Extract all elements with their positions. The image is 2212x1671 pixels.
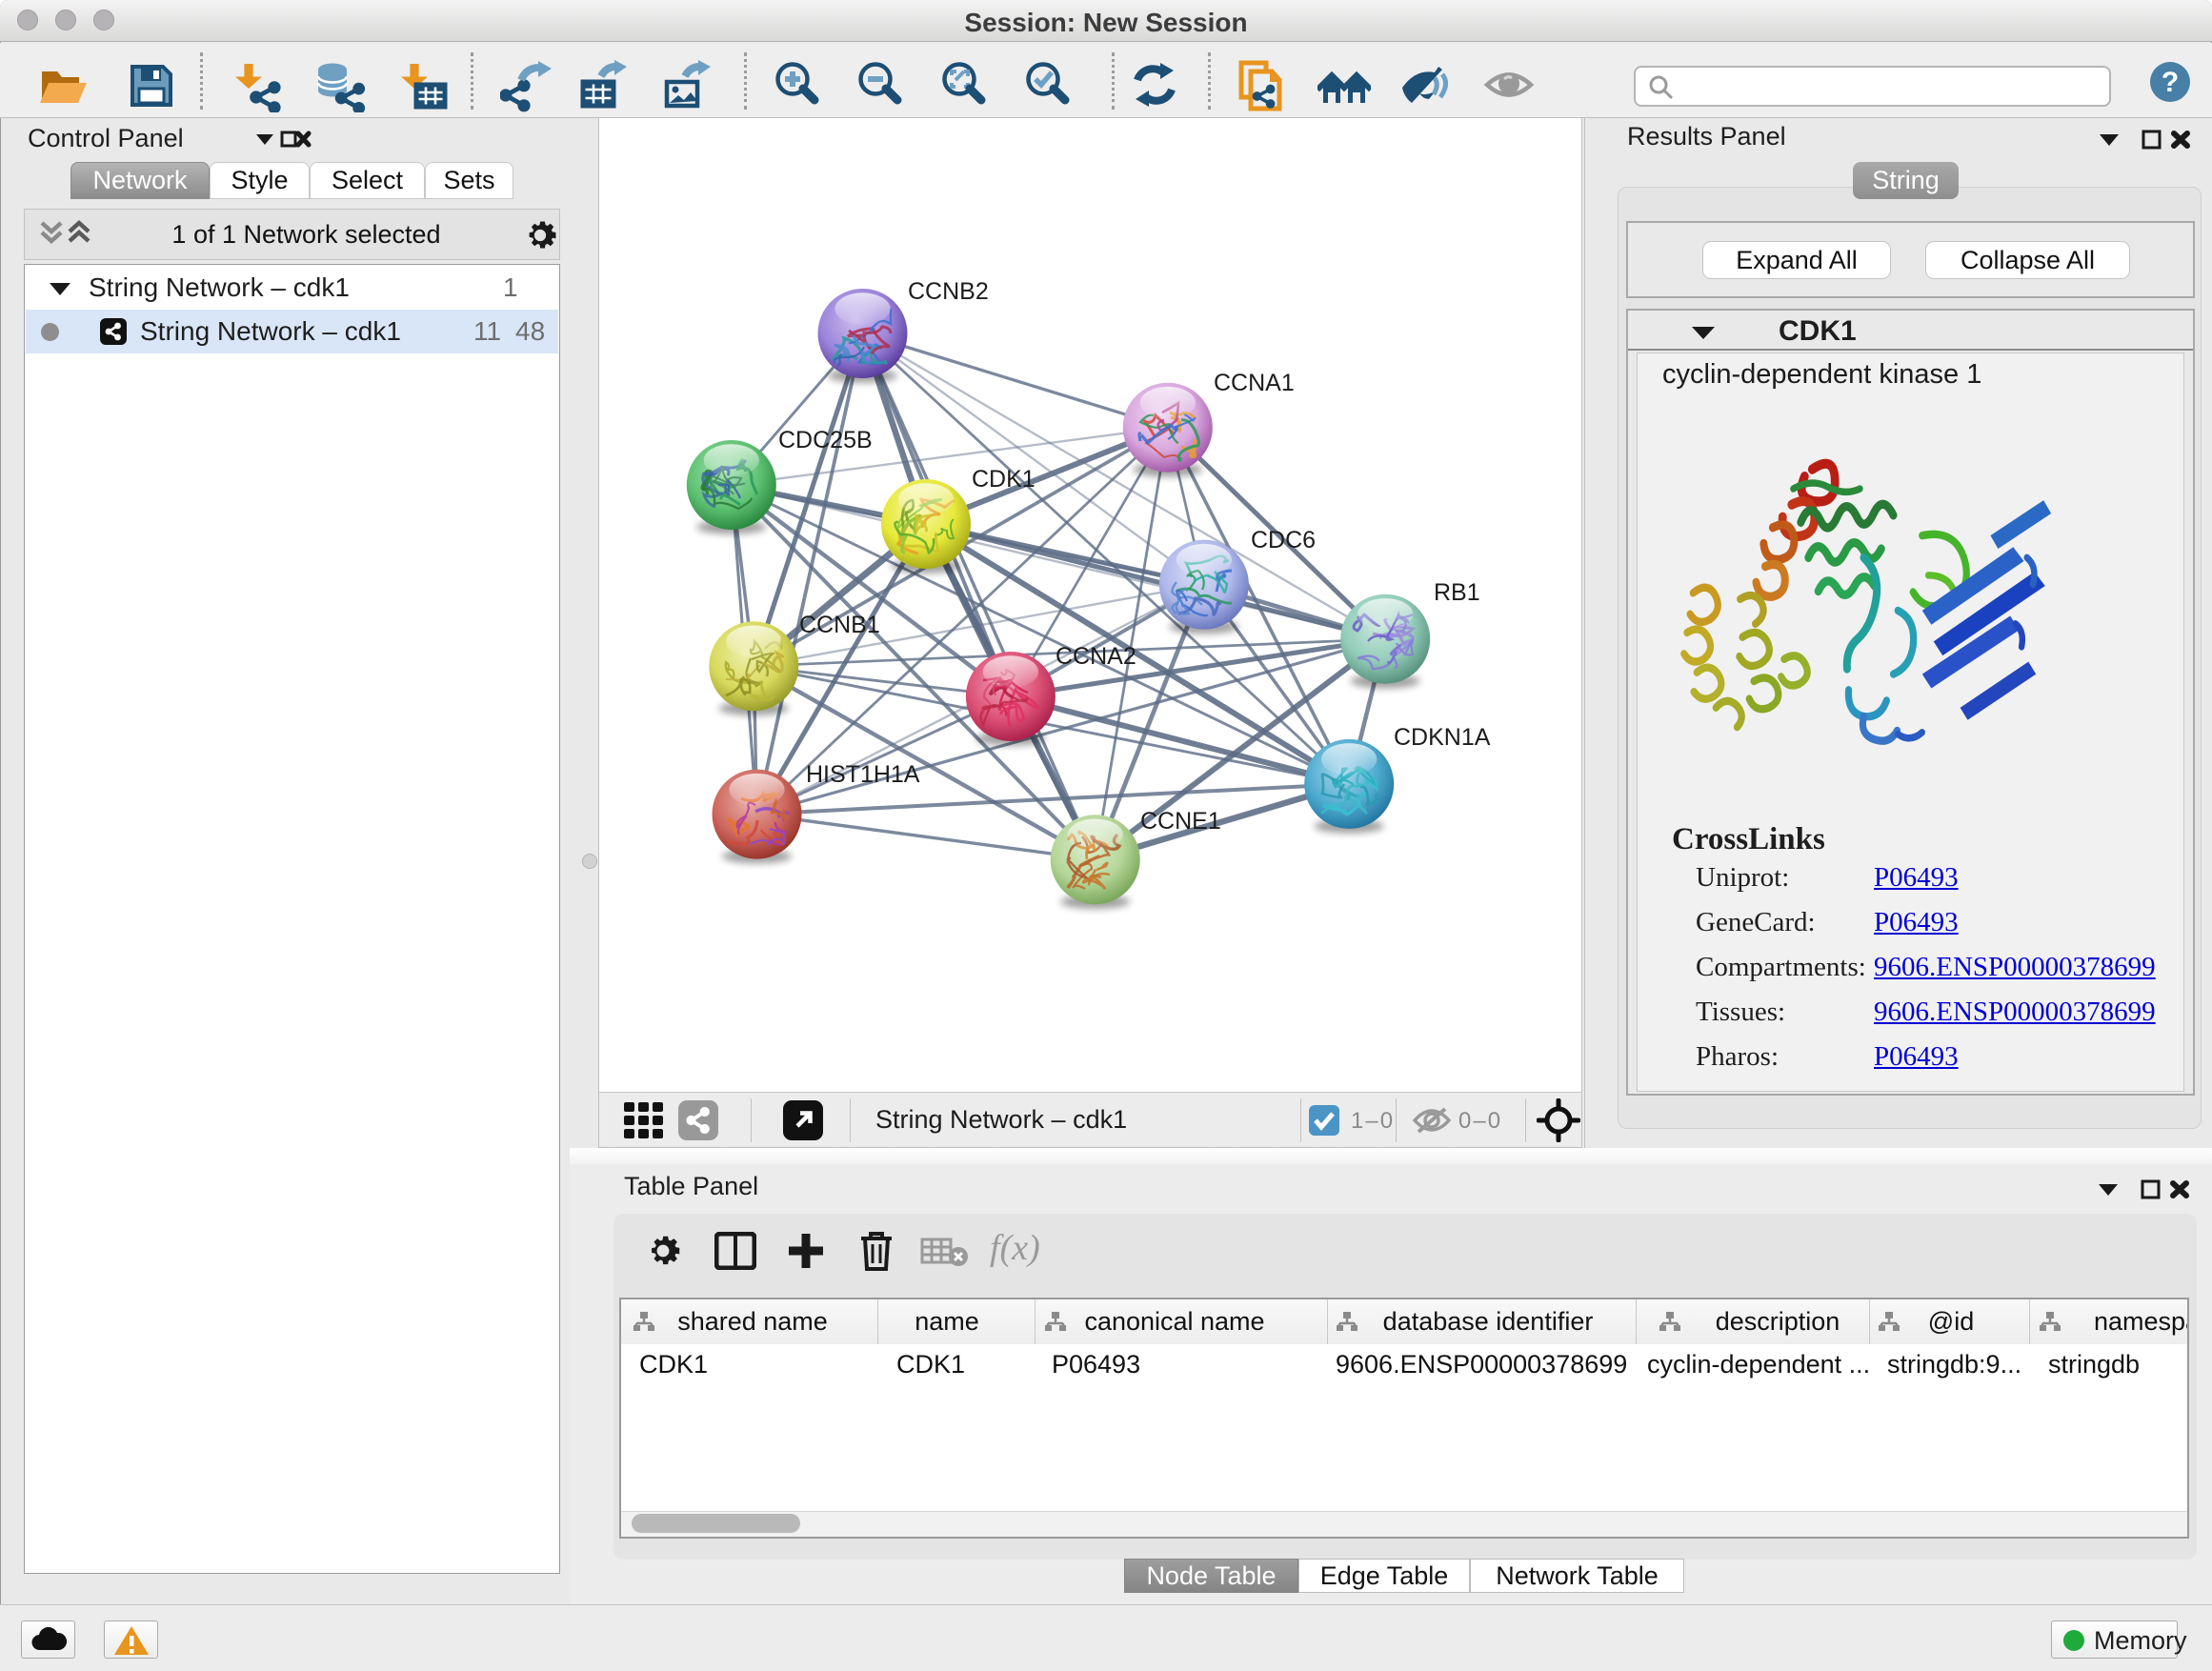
svg-text:HIST1H1A: HIST1H1A <box>806 761 920 788</box>
svg-text:RB1: RB1 <box>1434 579 1480 606</box>
svg-text:CDC6: CDC6 <box>1251 527 1316 554</box>
svg-text:CCNB2: CCNB2 <box>908 278 989 305</box>
svg-text:CCNA1: CCNA1 <box>1214 370 1295 396</box>
svg-text:CDKN1A: CDKN1A <box>1394 724 1491 751</box>
svg-text:CCNB1: CCNB1 <box>799 612 880 638</box>
svg-text:CCNE1: CCNE1 <box>1140 808 1221 835</box>
svg-text:CDK1: CDK1 <box>972 466 1036 493</box>
svg-text:CCNA2: CCNA2 <box>1056 643 1136 670</box>
svg-text:CDC25B: CDC25B <box>778 427 873 453</box>
svg-text:?: ? <box>2162 67 2179 98</box>
